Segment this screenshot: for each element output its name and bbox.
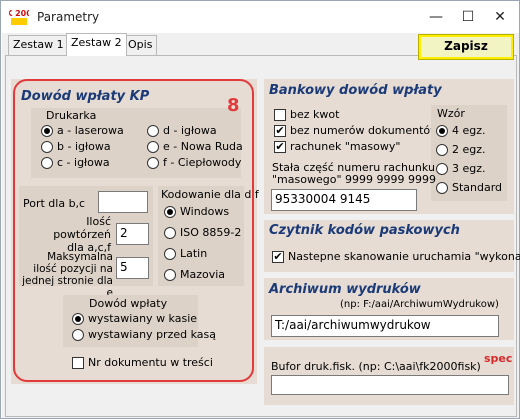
pattern-4-radio[interactable] — [436, 125, 448, 137]
archive-input[interactable]: T:/aai/archiwumwydrukow — [271, 315, 499, 337]
pattern-2-radio[interactable] — [436, 144, 448, 156]
annotation-number: 8 — [227, 95, 240, 116]
window-title: Parametry — [37, 10, 100, 24]
spec-marker: spec — [484, 352, 513, 365]
pattern-label: Wzór — [437, 107, 465, 120]
pattern-standard-label: Standard — [452, 181, 503, 194]
close-button[interactable]: ✕ — [485, 5, 515, 29]
bank-no-docnums-label: bez numerów dokumentów — [290, 124, 440, 137]
maximize-button[interactable]: ☐ — [453, 5, 483, 29]
scanner-label: Nastepne skanowanie uruchamia "wykonaj" — [288, 250, 520, 263]
highlight-frame — [13, 79, 254, 382]
svg-text:FK 2000: FK 2000 — [9, 9, 29, 18]
save-button[interactable]: Zapisz — [418, 34, 514, 60]
scanner-checkbox[interactable]: ✔ — [272, 251, 284, 263]
fixed-account-input[interactable]: 95330004 9145 — [271, 189, 417, 211]
archive-hint: (np: F:/aai/ArchiwumWydrukow) — [340, 299, 499, 310]
bank-mass-account-checkbox[interactable]: ✔ — [274, 141, 286, 153]
fixed-account-label-2: "masowego" 9999 9999 9999 — [272, 173, 436, 186]
pattern-2-label: 2 egz. — [452, 143, 486, 156]
bank-no-amounts-label: bez kwot — [290, 108, 340, 121]
bank-title: Bankowy dowód wpłaty — [269, 83, 442, 98]
pattern-standard-radio[interactable] — [436, 182, 448, 194]
tab-zestaw-1[interactable]: Zestaw 1 — [8, 35, 69, 55]
bank-no-docnums-checkbox[interactable]: ✔ — [274, 125, 286, 137]
title-bar: FK 2000 Parametry — ☐ ✕ — [1, 1, 519, 33]
fiscal-input[interactable] — [271, 375, 509, 395]
bank-no-amounts-checkbox[interactable] — [274, 109, 286, 121]
fk2000-logo-icon: FK 2000 — [9, 7, 29, 27]
pattern-3-label: 3 egz. — [452, 162, 486, 175]
fiscal-label: Bufor druk.fisk. (np: C:\aai\fk2000fisk) — [271, 360, 481, 373]
minimize-button[interactable]: — — [421, 5, 451, 29]
bank-mass-account-label: rachunek "masowy" — [290, 140, 401, 153]
tab-opis[interactable]: Opis — [123, 35, 158, 55]
pattern-4-label: 4 egz. — [452, 124, 486, 137]
archive-title: Archiwum wydruków — [269, 282, 421, 297]
parametry-window: FK 2000 Parametry — ☐ ✕ Zestaw 1 Zestaw … — [0, 0, 520, 419]
scanner-title: Czytnik kodów paskowych — [269, 223, 460, 238]
pattern-3-radio[interactable] — [436, 163, 448, 175]
tab-zestaw-2[interactable]: Zestaw 2 — [66, 33, 127, 56]
